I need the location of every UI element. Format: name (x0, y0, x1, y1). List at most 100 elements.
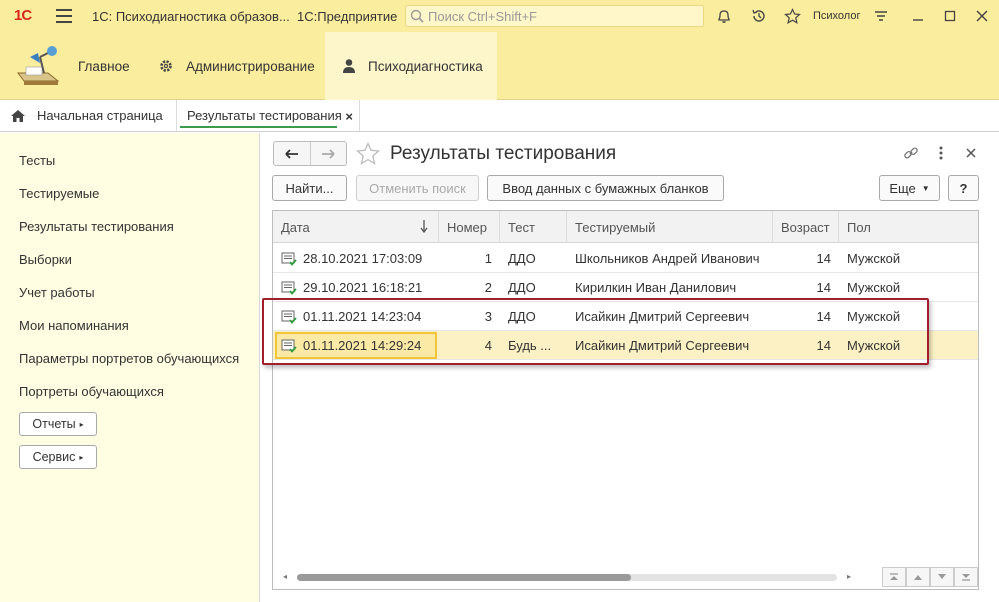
document-posted-icon (281, 339, 297, 353)
column-header-number[interactable]: Номер (439, 211, 500, 243)
scroll-to-top-button[interactable] (882, 567, 906, 587)
open-windows-bar: Начальная страница Результаты тестирован… (0, 100, 999, 132)
column-header-test[interactable]: Тест (500, 211, 567, 243)
tab-test-results-label: Результаты тестирования (187, 108, 342, 123)
service-button[interactable]: Сервис ▸ (19, 445, 97, 469)
horizontal-scrollbar[interactable]: ◂ ▸ (281, 571, 861, 583)
history-icon[interactable] (750, 7, 768, 25)
reports-button[interactable]: Отчеты ▸ (19, 412, 97, 436)
cell-testee: Исайкин Дмитрий Сергеевич (575, 338, 750, 353)
platform-title: 1С:Предприятие (297, 9, 398, 24)
search-input[interactable]: Поиск Ctrl+Shift+F (405, 5, 704, 27)
cell-test: ДДО (508, 251, 536, 266)
cell-test: Будь ... (508, 338, 552, 353)
tab-test-results[interactable]: Результаты тестирования × (178, 100, 360, 131)
section-main-label: Главное (78, 58, 130, 74)
scroll-right-icon[interactable]: ▸ (847, 572, 851, 581)
nav-item-portraits[interactable]: Портреты обучающихся (19, 384, 164, 399)
cell-testee: Кирилкин Иван Данилович (575, 280, 737, 295)
bell-icon[interactable] (715, 7, 733, 25)
desk-lamp-icon (14, 43, 66, 89)
close-window-icon[interactable] (974, 8, 990, 24)
sort-down-icon (420, 220, 428, 233)
history-nav (273, 141, 347, 166)
triangle-up-icon (914, 575, 922, 580)
table-row[interactable]: 29.10.2021 16:18:21 2 ДДО Кирилкин Иван … (273, 273, 978, 302)
minimize-icon[interactable] (910, 8, 926, 24)
scroll-to-bottom-button[interactable] (954, 567, 978, 587)
column-header-testee[interactable]: Тестируемый (567, 211, 773, 243)
back-button[interactable] (274, 142, 310, 165)
sections-panel: Главное Администрирование Психодиагности… (0, 32, 999, 100)
table-row-selected[interactable]: 01.11.2021 14:29:24 4 Будь ... Исайкин Д… (273, 331, 978, 360)
nav-item-reminders[interactable]: Мои напоминания (19, 318, 129, 333)
scrollbar-thumb[interactable] (297, 574, 631, 581)
find-button[interactable]: Найти... (272, 175, 347, 201)
app-title: 1С: Психодиагностика образов... (92, 9, 290, 24)
search-icon (410, 9, 424, 23)
cell-sex: Мужской (847, 280, 901, 295)
section-psychodiagnostics-label: Психодиагностика (368, 58, 483, 74)
column-header-date[interactable]: Дата (273, 211, 439, 243)
cell-date: 01.11.2021 14:29:24 (281, 331, 439, 360)
nav-item-portrait-params[interactable]: Параметры портретов обучающихся (19, 351, 239, 366)
first-page-icon (890, 573, 898, 580)
more-vertical-icon[interactable] (933, 145, 949, 161)
cell-sex: Мужской (847, 251, 901, 266)
page-up-button[interactable] (906, 567, 930, 587)
nav-item-samples[interactable]: Выборки (19, 252, 72, 267)
arrow-right-icon (322, 148, 335, 159)
cell-age: 14 (816, 338, 831, 353)
nav-item-testees[interactable]: Тестируемые (19, 186, 99, 201)
nav-item-test-results[interactable]: Результаты тестирования (19, 219, 174, 234)
menu-icon[interactable] (56, 9, 72, 23)
column-header-age[interactable]: Возраст (773, 211, 839, 243)
table-row[interactable]: 28.10.2021 17:03:09 1 ДДО Школьников Анд… (273, 244, 978, 273)
close-form-icon[interactable] (963, 145, 979, 161)
forward-button[interactable] (309, 142, 347, 165)
cell-testee: Школьников Андрей Иванович (575, 251, 760, 266)
cell-date: 28.10.2021 17:03:09 (281, 244, 439, 273)
last-page-icon (962, 574, 970, 581)
cell-age: 14 (816, 309, 831, 324)
nav-item-tests[interactable]: Тесты (19, 153, 55, 168)
search-placeholder: Поиск Ctrl+Shift+F (428, 8, 537, 24)
section-main[interactable]: Главное (14, 32, 154, 100)
settings-sliders-icon[interactable] (872, 7, 890, 25)
chevron-right-icon: ▸ (79, 419, 84, 429)
cell-sex: Мужской (847, 338, 901, 353)
link-icon[interactable] (903, 145, 919, 161)
home-icon (11, 109, 25, 122)
triangle-down-icon (938, 574, 946, 579)
cell-number: 2 (484, 280, 492, 295)
cell-date: 01.11.2021 14:23:04 (281, 302, 439, 331)
favorites-star-icon[interactable] (783, 7, 801, 25)
cell-date: 29.10.2021 16:18:21 (281, 273, 439, 302)
user-name[interactable]: Психолог (813, 10, 860, 22)
favorite-star-icon[interactable] (355, 141, 381, 168)
section-administration-label: Администрирование (186, 58, 315, 74)
section-psychodiagnostics[interactable]: Психодиагностика (325, 32, 497, 100)
cell-test: ДДО (508, 309, 536, 324)
scroll-left-icon[interactable]: ◂ (283, 572, 287, 581)
tab-close-icon[interactable]: × (345, 109, 353, 124)
page-down-button[interactable] (930, 567, 954, 587)
function-panel: Тесты Тестируемые Результаты тестировани… (0, 133, 260, 602)
more-button[interactable]: Еще ▼ (879, 175, 940, 201)
tab-home[interactable]: Начальная страница (0, 100, 177, 131)
person-icon (342, 58, 356, 74)
paper-input-button[interactable]: Ввод данных с бумажных бланков (487, 175, 724, 201)
maximize-icon[interactable] (942, 8, 958, 24)
cell-number: 3 (484, 309, 492, 324)
column-header-sex[interactable]: Пол (839, 211, 978, 243)
nav-item-work-log[interactable]: Учет работы (19, 285, 95, 300)
help-button[interactable]: ? (948, 175, 979, 201)
cell-age: 14 (816, 251, 831, 266)
caret-down-icon: ▼ (921, 183, 930, 193)
table-row[interactable]: 01.11.2021 14:23:04 3 ДДО Исайкин Дмитри… (273, 302, 978, 331)
cancel-search-button[interactable]: Отменить поиск (356, 175, 479, 201)
section-administration[interactable]: Администрирование (158, 32, 324, 100)
document-posted-icon (281, 310, 297, 324)
cell-age: 14 (816, 280, 831, 295)
document-posted-icon (281, 281, 297, 295)
